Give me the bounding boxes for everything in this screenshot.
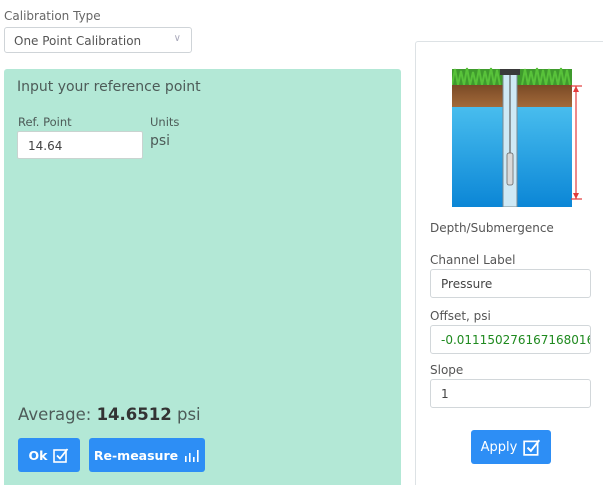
check-square-icon (523, 439, 541, 456)
units-value: psi (150, 133, 171, 149)
depth-sensor-illustration (452, 67, 582, 207)
ref-point-label: Ref. Point (18, 115, 72, 129)
average-unit: psi (176, 405, 201, 424)
channel-label-input[interactable]: Pressure (430, 269, 591, 298)
average-prefix: Average: (18, 405, 92, 424)
check-square-icon (53, 448, 69, 463)
remeasure-button-label: Re-measure (93, 447, 179, 463)
chevron-down-icon: ∨ (173, 33, 181, 44)
calibration-type-select[interactable]: One Point Calibration ∨ (4, 27, 192, 53)
offset-input[interactable]: -0.011150276167168016 (430, 325, 591, 354)
apply-button[interactable]: Apply (471, 430, 551, 464)
apply-button-label: Apply (480, 439, 518, 455)
calibration-type-value: One Point Calibration (14, 34, 142, 48)
calibration-type-label: Calibration Type (4, 9, 101, 23)
average-value: 14.6512 (96, 405, 172, 424)
remeasure-button[interactable]: Re-measure (89, 438, 205, 472)
bar-chart-icon (185, 450, 199, 462)
ref-point-input[interactable]: 14.64 (17, 131, 143, 159)
slope-input[interactable]: 1 (430, 379, 591, 408)
average-readout: Average: 14.6512 psi (18, 405, 201, 424)
offset-label: Offset, psi (430, 309, 491, 323)
ok-button[interactable]: Ok (18, 438, 80, 472)
channel-label-label: Channel Label (430, 253, 516, 267)
sensor-mode-label: Depth/Submergence (430, 221, 554, 235)
reference-title: Input your reference point (17, 79, 201, 95)
ok-button-label: Ok (28, 447, 48, 463)
slope-label: Slope (430, 363, 464, 377)
units-label: Units (150, 115, 180, 129)
